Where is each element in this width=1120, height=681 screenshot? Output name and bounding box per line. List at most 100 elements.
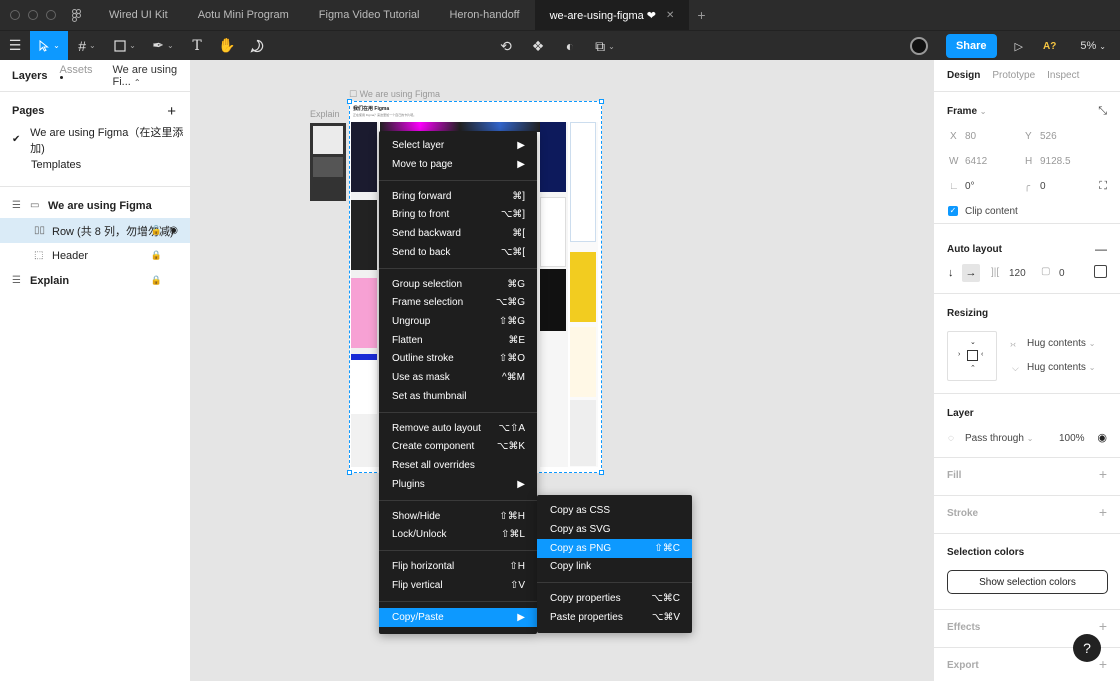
- layer-row[interactable]: ▯▯ Row (共 8 列，勿增勿减) 🔓 ◉: [0, 218, 190, 243]
- menu-item-flatten[interactable]: Flatten ⌘E: [379, 331, 537, 350]
- add-export-icon[interactable]: +: [1099, 656, 1107, 672]
- present-play-icon[interactable]: ▷: [1015, 40, 1023, 53]
- horizontal-direction-icon[interactable]: →: [962, 264, 980, 282]
- remove-auto-layout-icon[interactable]: —: [1095, 242, 1107, 256]
- resize-handle[interactable]: [599, 470, 604, 475]
- submenu-item-copy-properties[interactable]: Copy properties ⌥⌘C: [537, 589, 692, 608]
- page-item-we-are-using-figma[interactable]: ✔ We are using Figma（在这里添加): [0, 127, 190, 155]
- independent-corners-icon[interactable]: ⛶: [1099, 180, 1107, 193]
- lock-icon[interactable]: 🔒: [151, 250, 162, 261]
- accessibility-badge[interactable]: A?: [1043, 41, 1056, 52]
- component-icon[interactable]: ❖: [528, 31, 548, 61]
- menu-item-plugins[interactable]: Plugins ▶: [379, 475, 537, 494]
- main-menu-icon[interactable]: ☰: [0, 31, 30, 61]
- resize-handle[interactable]: [599, 99, 604, 104]
- submenu-item-copy-as-svg[interactable]: Copy as SVG: [537, 520, 692, 539]
- vertical-direction-icon[interactable]: ↓: [948, 267, 954, 279]
- avatar[interactable]: [909, 37, 928, 55]
- menu-item-send-to-back[interactable]: Send to back ⌥⌘[: [379, 243, 537, 262]
- tab-inspect[interactable]: Inspect: [1047, 70, 1079, 81]
- alignment-settings-icon[interactable]: [1094, 265, 1107, 278]
- hug-vertical-dropdown[interactable]: Hug contents ⌄: [1027, 362, 1095, 373]
- tab-wired-ui-kit[interactable]: Wired UI Kit: [94, 0, 183, 30]
- menu-item-frame-selection[interactable]: Frame selection ⌥⌘G: [379, 293, 537, 312]
- explain-frame[interactable]: [310, 123, 346, 201]
- menu-item-ungroup[interactable]: Ungroup ⇧⌘G: [379, 312, 537, 331]
- eye-icon[interactable]: ◉: [169, 225, 178, 236]
- menu-item-use-as-mask[interactable]: Use as mask ^⌘M: [379, 368, 537, 387]
- add-tab-icon[interactable]: +: [689, 7, 713, 23]
- menu-item-outline-stroke[interactable]: Outline stroke ⇧⌘O: [379, 349, 537, 368]
- maximize-window-icon[interactable]: [46, 10, 56, 20]
- y-input[interactable]: 526: [1040, 131, 1057, 142]
- tab-figma-video-tutorial[interactable]: Figma Video Tutorial: [304, 0, 435, 30]
- blend-mode-dropdown[interactable]: Pass through ⌄: [965, 433, 1033, 444]
- menu-item-create-component[interactable]: Create component ⌥⌘K: [379, 437, 537, 456]
- menu-item-flip-horizontal[interactable]: Flip horizontal ⇧H: [379, 557, 537, 576]
- tab-we-are-using-figma[interactable]: we-are-using-figma ❤ ✕: [534, 0, 690, 30]
- frame-tool-button[interactable]: # ⌄: [68, 31, 106, 61]
- padding-input[interactable]: 0: [1059, 268, 1065, 279]
- layer-we-are-using-figma[interactable]: ☰ ▭ We are using Figma: [0, 193, 190, 218]
- resizing-preview[interactable]: ⌄ ⌃ › ‹: [947, 331, 997, 381]
- close-window-icon[interactable]: [10, 10, 20, 20]
- menu-item-reset-all-overrides[interactable]: Reset all overrides: [379, 456, 537, 475]
- tab-layers[interactable]: Layers: [12, 70, 47, 82]
- w-input[interactable]: 6412: [965, 156, 987, 167]
- hug-horizontal-dropdown[interactable]: Hug contents ⌄: [1027, 338, 1095, 349]
- clip-content-checkbox[interactable]: ✓: [948, 206, 958, 216]
- radius-input[interactable]: 0: [1040, 181, 1046, 192]
- menu-item-select-layer[interactable]: Select layer ▶: [379, 136, 537, 155]
- layer-explain[interactable]: ☰ Explain 🔒: [0, 268, 190, 293]
- zoom-level[interactable]: 5% ⌄: [1080, 40, 1106, 52]
- lock-icon[interactable]: 🔒: [151, 275, 162, 286]
- add-page-icon[interactable]: +: [167, 103, 176, 120]
- add-effect-icon[interactable]: +: [1099, 618, 1107, 634]
- tab-assets[interactable]: Assets: [59, 64, 93, 88]
- menu-item-lock-unlock[interactable]: Lock/Unlock ⇧⌘L: [379, 525, 537, 544]
- menu-item-remove-auto-layout[interactable]: Remove auto layout ⌥⇧A: [379, 419, 537, 438]
- menu-item-bring-forward[interactable]: Bring forward ⌘]: [379, 187, 537, 206]
- resize-handle[interactable]: [347, 470, 352, 475]
- submenu-item-copy-as-css[interactable]: Copy as CSS: [537, 501, 692, 520]
- submenu-item-copy-link[interactable]: Copy link: [537, 557, 692, 576]
- opacity-input[interactable]: 100%: [1059, 433, 1085, 444]
- figma-logo-icon[interactable]: [66, 8, 86, 22]
- comment-tool-button[interactable]: [242, 31, 272, 61]
- pen-tool-button[interactable]: ✒ ⌄: [144, 31, 182, 61]
- help-button[interactable]: ?: [1073, 634, 1101, 662]
- boolean-ops-icon[interactable]: ⧉ ⌄: [592, 31, 618, 61]
- share-button[interactable]: Share: [945, 34, 997, 58]
- show-selection-colors-button[interactable]: Show selection colors: [947, 570, 1108, 594]
- layer-header[interactable]: ⬚ Header 🔒: [0, 243, 190, 268]
- menu-item-flip-vertical[interactable]: Flip vertical ⇧V: [379, 576, 537, 595]
- collapse-icon[interactable]: ⤡: [1098, 105, 1107, 118]
- menu-item-show-hide[interactable]: Show/Hide ⇧⌘H: [379, 507, 537, 526]
- page-item-templates[interactable]: Templates: [0, 152, 190, 177]
- spacing-input[interactable]: 120: [1009, 268, 1026, 279]
- explain-frame-label[interactable]: Explain: [310, 109, 340, 119]
- unlock-icon[interactable]: 🔓: [151, 225, 162, 236]
- frame-title[interactable]: Frame ⌄: [947, 106, 987, 117]
- text-tool-button[interactable]: T: [182, 31, 212, 61]
- eye-icon[interactable]: ◉: [1097, 431, 1107, 444]
- main-frame-label[interactable]: ☐ We are using Figma: [349, 89, 440, 100]
- menu-item-bring-to-front[interactable]: Bring to front ⌥⌘]: [379, 205, 537, 224]
- edit-object-icon[interactable]: ⟲: [496, 31, 516, 61]
- minimize-window-icon[interactable]: [28, 10, 38, 20]
- menu-item-move-to-page[interactable]: Move to page ▶: [379, 155, 537, 174]
- submenu-item-paste-properties[interactable]: Paste properties ⌥⌘V: [537, 608, 692, 627]
- tab-prototype[interactable]: Prototype: [992, 70, 1035, 81]
- menu-item-send-backward[interactable]: Send backward ⌘[: [379, 224, 537, 243]
- hand-tool-button[interactable]: ✋: [212, 31, 242, 61]
- menu-item-copy-paste[interactable]: Copy/Paste ▶: [379, 608, 537, 627]
- page-selector[interactable]: We are using Fi... ⌃: [113, 64, 179, 88]
- move-tool-button[interactable]: ⌄: [30, 30, 68, 61]
- resize-handle[interactable]: [347, 99, 352, 104]
- add-fill-icon[interactable]: +: [1099, 466, 1107, 482]
- tab-heron-handoff[interactable]: Heron-handoff: [434, 0, 534, 30]
- mask-icon[interactable]: ◐: [560, 31, 580, 61]
- menu-item-set-as-thumbnail[interactable]: Set as thumbnail: [379, 387, 537, 406]
- menu-item-group-selection[interactable]: Group selection ⌘G: [379, 275, 537, 294]
- tab-aotu-mini-program[interactable]: Aotu Mini Program: [183, 0, 304, 30]
